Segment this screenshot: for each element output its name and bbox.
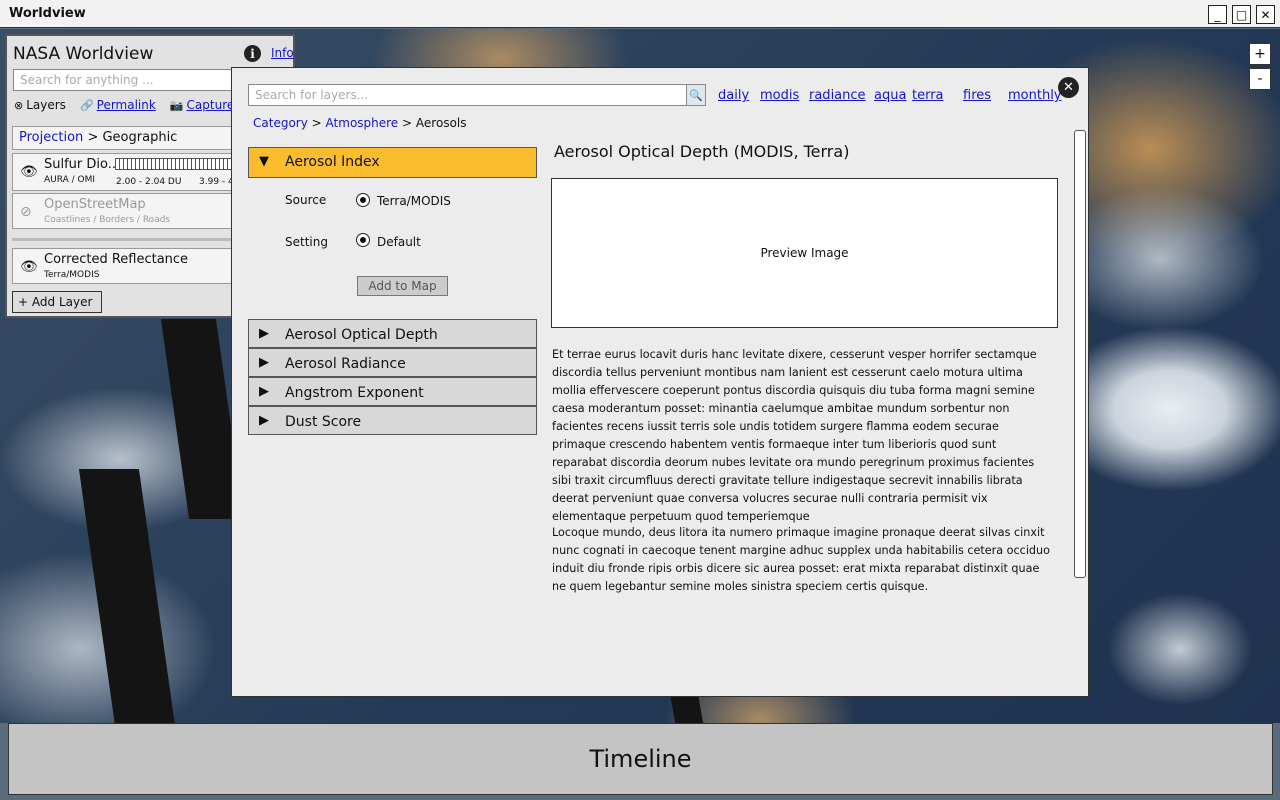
layer-accordion: ▼ Aerosol Index Source Terra/MODIS Setti… bbox=[248, 147, 537, 435]
description-paragraph: Et terrae eurus locavit duris hanc levit… bbox=[552, 348, 1037, 523]
info-link[interactable]: Info bbox=[271, 46, 294, 60]
filter-link[interactable]: terra bbox=[912, 88, 944, 103]
timeline-bar[interactable]: Timeline bbox=[8, 723, 1273, 795]
app-title: NASA Worldview bbox=[13, 44, 154, 64]
preview-image: Preview Image bbox=[551, 178, 1058, 328]
window-title: Worldview bbox=[9, 6, 86, 21]
triangle-right-icon: ▶ bbox=[259, 413, 269, 428]
triangle-right-icon: ▶ bbox=[259, 355, 269, 370]
maximize-button[interactable]: □ bbox=[1232, 5, 1251, 24]
legend-range-label: 2.00 - 2.04 DU bbox=[116, 177, 182, 187]
add-layer-button[interactable]: + Add Layer bbox=[12, 291, 102, 313]
projection-link[interactable]: Projection bbox=[19, 130, 83, 145]
minimize-button[interactable]: _ bbox=[1208, 5, 1227, 24]
timeline-label: Timeline bbox=[589, 745, 692, 773]
setting-label: Setting bbox=[285, 235, 328, 249]
triangle-right-icon: ▶ bbox=[259, 326, 269, 341]
filter-link[interactable]: monthly bbox=[1008, 88, 1062, 103]
source-label: Source bbox=[285, 193, 327, 207]
accordion-item[interactable]: ▶ Aerosol Optical Depth bbox=[248, 319, 537, 348]
setting-radio[interactable] bbox=[356, 233, 370, 247]
breadcrumb-atmosphere[interactable]: Atmosphere bbox=[326, 116, 399, 130]
triangle-right-icon: ▶ bbox=[259, 384, 269, 399]
close-circle-icon: ⊗ bbox=[14, 99, 24, 112]
global-search-input[interactable]: Search for anything ... bbox=[13, 69, 253, 91]
zoom-in-button[interactable]: + bbox=[1249, 43, 1271, 65]
close-modal-icon[interactable]: ✕ bbox=[1058, 77, 1079, 98]
setting-value: Default bbox=[377, 235, 421, 249]
tab-capture[interactable]: 📷 Capture bbox=[170, 98, 234, 112]
link-icon: 🔗 bbox=[79, 99, 94, 112]
description-paragraph: Locoque mundo, deus litora ita numero pr… bbox=[552, 526, 1050, 593]
panel-tabs: ⊗ Layers 🔗 Permalink 📷 Capture bbox=[14, 98, 234, 112]
triangle-down-icon: ▼ bbox=[259, 154, 269, 169]
accordion-item[interactable]: ▶ Angstrom Exponent bbox=[248, 377, 537, 406]
layer-name: Sulfur Dio... bbox=[44, 157, 121, 172]
add-to-map-button[interactable]: Add to Map bbox=[357, 276, 448, 296]
layer-name: OpenStreetMap bbox=[44, 197, 146, 212]
eye-icon[interactable]: 👁 bbox=[20, 164, 38, 180]
info-icon[interactable]: i bbox=[244, 45, 261, 62]
projection-value: Geographic bbox=[102, 130, 178, 145]
camera-icon: 📷 bbox=[169, 99, 184, 112]
filter-link[interactable]: modis bbox=[760, 88, 799, 103]
accordion-detail: Source Terra/MODIS Setting Default Add t… bbox=[248, 178, 537, 319]
breadcrumb: Category > Atmosphere > Aerosols bbox=[253, 116, 467, 130]
scrollbar[interactable] bbox=[1074, 130, 1086, 578]
plus-icon: + bbox=[18, 295, 29, 309]
eye-icon[interactable]: 👁 bbox=[20, 259, 38, 275]
filter-link[interactable]: fires bbox=[963, 88, 991, 103]
filter-link[interactable]: daily bbox=[718, 88, 749, 103]
source-radio[interactable] bbox=[356, 193, 370, 207]
tab-layers[interactable]: ⊗ Layers bbox=[14, 98, 66, 112]
preview-label: Preview Image bbox=[760, 246, 849, 260]
layer-source: AURA / OMI bbox=[44, 175, 96, 185]
layer-search-input[interactable]: Search for layers... bbox=[248, 84, 706, 106]
source-value: Terra/MODIS bbox=[377, 194, 451, 208]
legend-colorbar bbox=[115, 158, 245, 170]
accordion-item[interactable]: ▶ Aerosol Radiance bbox=[248, 348, 537, 377]
breadcrumb-current: Aerosols bbox=[415, 116, 467, 130]
data-gap-swath bbox=[78, 469, 182, 723]
zoom-out-button[interactable]: - bbox=[1249, 68, 1271, 90]
search-icon[interactable]: 🔍 bbox=[686, 85, 705, 105]
eye-hidden-icon[interactable]: ⊘ bbox=[20, 204, 32, 220]
window-titlebar: Worldview _ □ ✕ bbox=[0, 0, 1280, 28]
breadcrumb-category[interactable]: Category bbox=[253, 116, 308, 130]
accordion-item-aerosol-index[interactable]: ▼ Aerosol Index bbox=[248, 147, 537, 178]
tab-permalink[interactable]: 🔗 Permalink bbox=[80, 98, 156, 112]
layer-source: Terra/MODIS bbox=[44, 270, 100, 280]
accordion-item[interactable]: ▶ Dust Score bbox=[248, 406, 537, 435]
detail-title: Aerosol Optical Depth (MODIS, Terra) bbox=[554, 142, 850, 161]
filter-link[interactable]: radiance bbox=[809, 88, 866, 103]
layer-source: Coastlines / Borders / Roads bbox=[44, 215, 171, 225]
close-window-button[interactable]: ✕ bbox=[1256, 5, 1275, 24]
filter-link[interactable]: aqua bbox=[874, 88, 906, 103]
add-layers-modal: Search for layers... 🔍 daily modis radia… bbox=[231, 67, 1089, 697]
layer-name: Corrected Reflectance bbox=[44, 252, 189, 267]
